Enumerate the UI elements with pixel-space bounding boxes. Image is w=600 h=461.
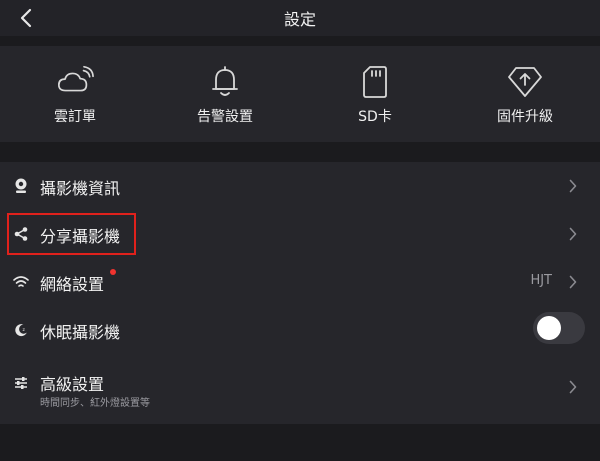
row-sleep-camera: z 休眠攝影機	[0, 306, 600, 354]
quick-action-label: SD卡	[358, 109, 392, 125]
row-label: 攝影機資訊	[40, 179, 121, 198]
firmware-upgrade-icon	[506, 64, 544, 100]
quick-action-label: 雲訂單	[54, 109, 96, 125]
page-title: 設定	[283, 10, 316, 29]
row-camera-info[interactable]: 攝影機資訊	[0, 162, 600, 210]
chevron-right-icon	[566, 380, 580, 394]
cloud-icon	[56, 64, 94, 100]
row-network-settings[interactable]: 網絡設置 HJT	[0, 258, 600, 306]
quick-action-label: 告警設置	[197, 109, 253, 125]
top-bar: 設定	[0, 0, 600, 36]
chevron-right-icon	[566, 179, 580, 193]
chevron-right-icon	[566, 275, 580, 289]
svg-text:z: z	[23, 328, 26, 333]
toggle-knob	[537, 316, 561, 340]
quick-action-label: 固件升級	[497, 109, 553, 125]
moon-icon: z	[12, 321, 30, 339]
row-advanced-settings[interactable]: 高級設置 時間同步、紅外燈設置等	[0, 360, 600, 414]
row-label: 網絡設置	[40, 275, 105, 294]
bell-icon	[206, 64, 244, 100]
row-label: 高級設置	[40, 375, 105, 394]
quick-action-cloud-order[interactable]: 雲訂單	[0, 46, 150, 142]
chevron-right-icon	[566, 227, 580, 241]
row-label: 分享攝影機	[40, 227, 121, 246]
quick-action-alarm-settings[interactable]: 告警設置	[150, 46, 300, 142]
row-share-camera[interactable]: 分享攝影機	[0, 210, 600, 258]
sliders-icon	[12, 374, 30, 392]
wifi-icon	[12, 273, 30, 291]
sleep-camera-toggle[interactable]	[533, 312, 585, 344]
share-icon	[12, 225, 30, 243]
sd-card-icon	[356, 64, 394, 100]
row-label: 休眠攝影機	[40, 323, 121, 342]
quick-actions-panel: 雲訂單 告警設置 SD卡 固件升級	[0, 46, 600, 142]
quick-action-sd-card[interactable]: SD卡	[300, 46, 450, 142]
camera-icon	[12, 177, 30, 195]
settings-list: 攝影機資訊 分享攝影機 網絡設置 HJT z 休眠攝影機 高級設置 時間同步、紅…	[0, 162, 600, 424]
row-sublabel: 時間同步、紅外燈設置等	[40, 398, 150, 409]
quick-action-firmware-upgrade[interactable]: 固件升級	[450, 46, 600, 142]
network-name-value: HJT	[530, 273, 552, 288]
notification-dot	[110, 269, 116, 275]
